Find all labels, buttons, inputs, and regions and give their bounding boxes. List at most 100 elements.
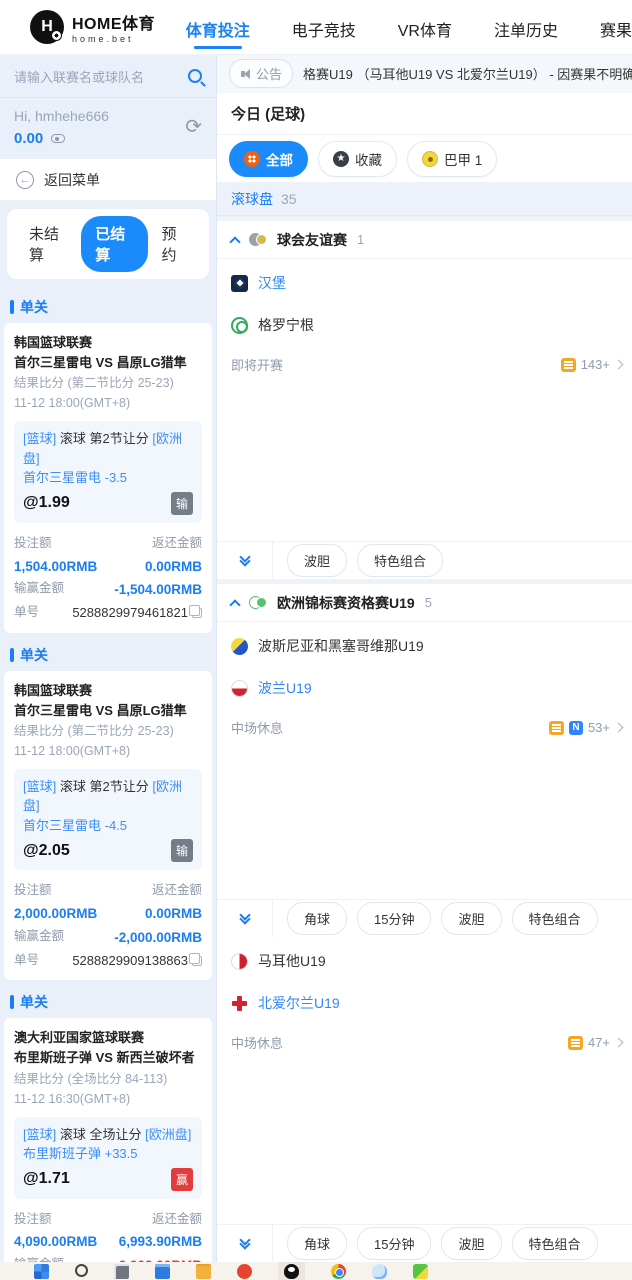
nav-item[interactable]: 赛果	[600, 3, 632, 51]
group-header[interactable]: 欧洲锦标赛资格赛U19 5	[217, 584, 632, 622]
bet-amounts: 投注额 返还金额 4,090.00RMB 6,993.90RMB 输赢金额 2,…	[14, 1209, 202, 1262]
announcement-badge-label: 公告	[256, 67, 283, 83]
nav-item[interactable]: 电子竞技	[292, 3, 356, 51]
cloud-taskbar-icon[interactable]	[372, 1264, 387, 1279]
bet-result-score: 结果比分 (第二节比分 25-23)	[14, 723, 174, 738]
group-header[interactable]: 球会友谊赛 1	[217, 221, 632, 259]
announcement-bar[interactable]: 公告 格赛U19 （马耳他U19 VS 北爱尔兰U19） - 因赛果不明确，赛果…	[217, 55, 632, 93]
taskview-taskbar-icon[interactable]	[114, 1264, 129, 1279]
away-team-row[interactable]: 波兰U19	[217, 664, 632, 706]
user-panel: Hi, hmhehe666 0.00 ⟳	[0, 98, 216, 159]
eye-icon[interactable]	[51, 134, 66, 143]
qq-taskbar-icon[interactable]	[284, 1264, 299, 1279]
home-team-logo-icon	[231, 952, 248, 970]
group-count: 5	[424, 595, 432, 610]
match-groups: 球会友谊赛 1 汉堡 格罗宁根 即将开赛 N 143+ 波胆特色组合	[217, 216, 632, 1262]
megaphone-icon	[240, 68, 252, 80]
away-team-name: 北爱尔兰U19	[258, 995, 340, 1011]
odds-area-blank	[217, 386, 632, 541]
chip-label: 全部	[266, 152, 293, 168]
refresh-icon[interactable]: ⟳	[185, 114, 202, 147]
market-shortcut-button[interactable]: 特色组合	[357, 544, 444, 577]
match-status-row[interactable]: 即将开赛 N 143+	[217, 343, 632, 386]
main-nav: 体育投注 电子竞技 VR体育 注单历史 赛果	[161, 3, 632, 51]
market-shortcut-button[interactable]: 15分钟	[357, 1227, 432, 1260]
bet-odds: @1.71	[23, 1170, 70, 1188]
site-logo[interactable]: H HOME体育 home.bet	[0, 10, 161, 44]
live-market-count: 35	[281, 190, 297, 207]
app-root: H HOME体育 home.bet 体育投注 电子竞技 VR体育 注单历史 赛果 请输入…	[0, 0, 632, 1280]
explorer-taskbar-icon[interactable]	[155, 1264, 170, 1279]
bet-card[interactable]: 韩国篮球联赛 首尔三星雷电 VS 昌原LG猎隼 结果比分 (第二节比分 25-2…	[4, 670, 212, 981]
active-app-highlight[interactable]	[278, 1262, 305, 1280]
chevron-right-icon[interactable]	[613, 1037, 624, 1048]
bet-group-header: 单关	[0, 637, 216, 671]
match-status-row[interactable]: 中场休息 N 53+	[217, 706, 632, 749]
home-team-name: 波斯尼亚和黑塞哥维那U19	[258, 638, 424, 654]
bet-status-tab[interactable]: 预约	[148, 216, 202, 272]
filter-chip[interactable]: 全部	[229, 140, 308, 177]
expand-markets-button[interactable]	[217, 900, 273, 937]
market-shortcut-button[interactable]: 角球	[287, 1227, 348, 1260]
filter-chip[interactable]: 巴甲 1	[407, 140, 498, 177]
market-shortcut-button[interactable]: 特色组合	[511, 1227, 598, 1260]
market-shortcut-button[interactable]: 波胆	[287, 544, 348, 577]
match-status-row[interactable]: 中场休息 N 47+	[217, 1021, 632, 1064]
main-panel: 公告 格赛U19 （马耳他U19 VS 北爱尔兰U19） - 因赛果不明确，赛果…	[217, 55, 632, 1262]
chevron-right-icon[interactable]	[613, 722, 624, 733]
expand-markets-button[interactable]	[217, 1225, 273, 1262]
logo-ball-icon: H	[30, 10, 64, 44]
bet-status-tab[interactable]: 已结算	[81, 216, 148, 272]
nav-item[interactable]: 体育投注	[186, 3, 250, 51]
home-team-row[interactable]: 汉堡	[217, 259, 632, 301]
bet-amounts: 投注额 返还金额 2,000.00RMB 0.00RMB 输赢金额 -2,000…	[14, 880, 202, 972]
live-market-row[interactable]: 滚球盘 35	[217, 182, 632, 216]
nav-item[interactable]: VR体育	[398, 3, 452, 51]
chrome-taskbar-icon[interactable]	[331, 1264, 346, 1279]
match-footer: 角球 15分钟 波胆 特色组合	[217, 1224, 632, 1262]
home-team-row[interactable]: 波斯尼亚和黑塞哥维那U19	[217, 622, 632, 664]
bet-section: 单关 韩国篮球联赛 首尔三星雷电 VS 昌原LG猎隼 结果比分 (第二节比分 2…	[0, 637, 216, 981]
search-icon[interactable]	[188, 69, 202, 83]
market-shortcut-button[interactable]: 波胆	[441, 902, 502, 935]
chevron-right-icon[interactable]	[613, 359, 624, 370]
home-team-row[interactable]: 马耳他U19	[217, 937, 632, 979]
sidebar: 请输入联赛名或球队名 Hi, hmhehe666 0.00 ⟳ ← 返回菜单 未…	[0, 55, 217, 1262]
chevron-up-icon[interactable]	[229, 235, 241, 248]
bet-card[interactable]: 韩国篮球联赛 首尔三星雷电 VS 昌原LG猎隼 结果比分 (第二节比分 25-2…	[4, 323, 212, 633]
windows-taskbar-icon[interactable]	[34, 1264, 49, 1279]
folder-taskbar-icon[interactable]	[196, 1264, 211, 1279]
filter-chip[interactable]: ★ 收藏	[318, 140, 397, 177]
copy-icon[interactable]	[189, 605, 202, 619]
expand-markets-button[interactable]	[217, 542, 273, 579]
bet-status-tab[interactable]: 未结算	[15, 216, 81, 272]
away-team-row[interactable]: 格罗宁根	[217, 301, 632, 343]
bet-card[interactable]: 澳大利亚国家篮球联赛 布里斯班子弹 VS 新西兰破坏者 结果比分 (全场比分 8…	[4, 1018, 212, 1262]
home-team-name: 马耳他U19	[258, 953, 326, 969]
home-team-logo-icon	[231, 274, 248, 292]
away-team-logo-icon	[231, 316, 248, 334]
bet-league: 澳大利亚国家篮球联赛	[14, 1030, 145, 1046]
market-shortcut-button[interactable]: 15分钟	[357, 902, 432, 935]
outcome-badge: 输	[170, 839, 193, 863]
league-search-input[interactable]: 请输入联赛名或球队名	[0, 55, 216, 98]
chevron-up-icon[interactable]	[229, 598, 241, 611]
market-shortcut-button[interactable]: 特色组合	[511, 902, 598, 935]
away-team-row[interactable]: 北爱尔兰U19	[217, 979, 632, 1021]
nav-item[interactable]: 注单历史	[494, 3, 558, 51]
app-red-taskbar-icon[interactable]	[237, 1264, 252, 1279]
market-shortcut-button[interactable]: 角球	[287, 902, 348, 935]
search-taskbar-icon[interactable]	[75, 1264, 88, 1277]
bet-detail-box: [篮球] 滚球 第2节让分 [欧洲盘] 首尔三星雷电 -4.5 @2.05 输	[14, 768, 202, 871]
back-to-menu-button[interactable]: ← 返回菜单	[0, 159, 216, 201]
match-card: 波斯尼亚和黑塞哥维那U19 波兰U19 中场休息 N 53+ 角球 15分钟 波胆特…	[217, 622, 632, 937]
logo-text: HOME体育 home.bet	[72, 10, 155, 44]
home-team-logo-icon	[231, 637, 248, 655]
market-shortcut-button[interactable]: 波胆	[441, 1227, 502, 1260]
app-green-taskbar-icon[interactable]	[413, 1264, 428, 1279]
match-status: 即将开赛	[231, 358, 284, 373]
top-header: H HOME体育 home.bet 体育投注 电子竞技 VR体育 注单历史 赛果	[0, 0, 632, 55]
order-number: 5288829979461821	[72, 602, 202, 625]
match-footer: 波胆 特色组合	[217, 541, 632, 579]
copy-icon[interactable]	[189, 952, 202, 966]
